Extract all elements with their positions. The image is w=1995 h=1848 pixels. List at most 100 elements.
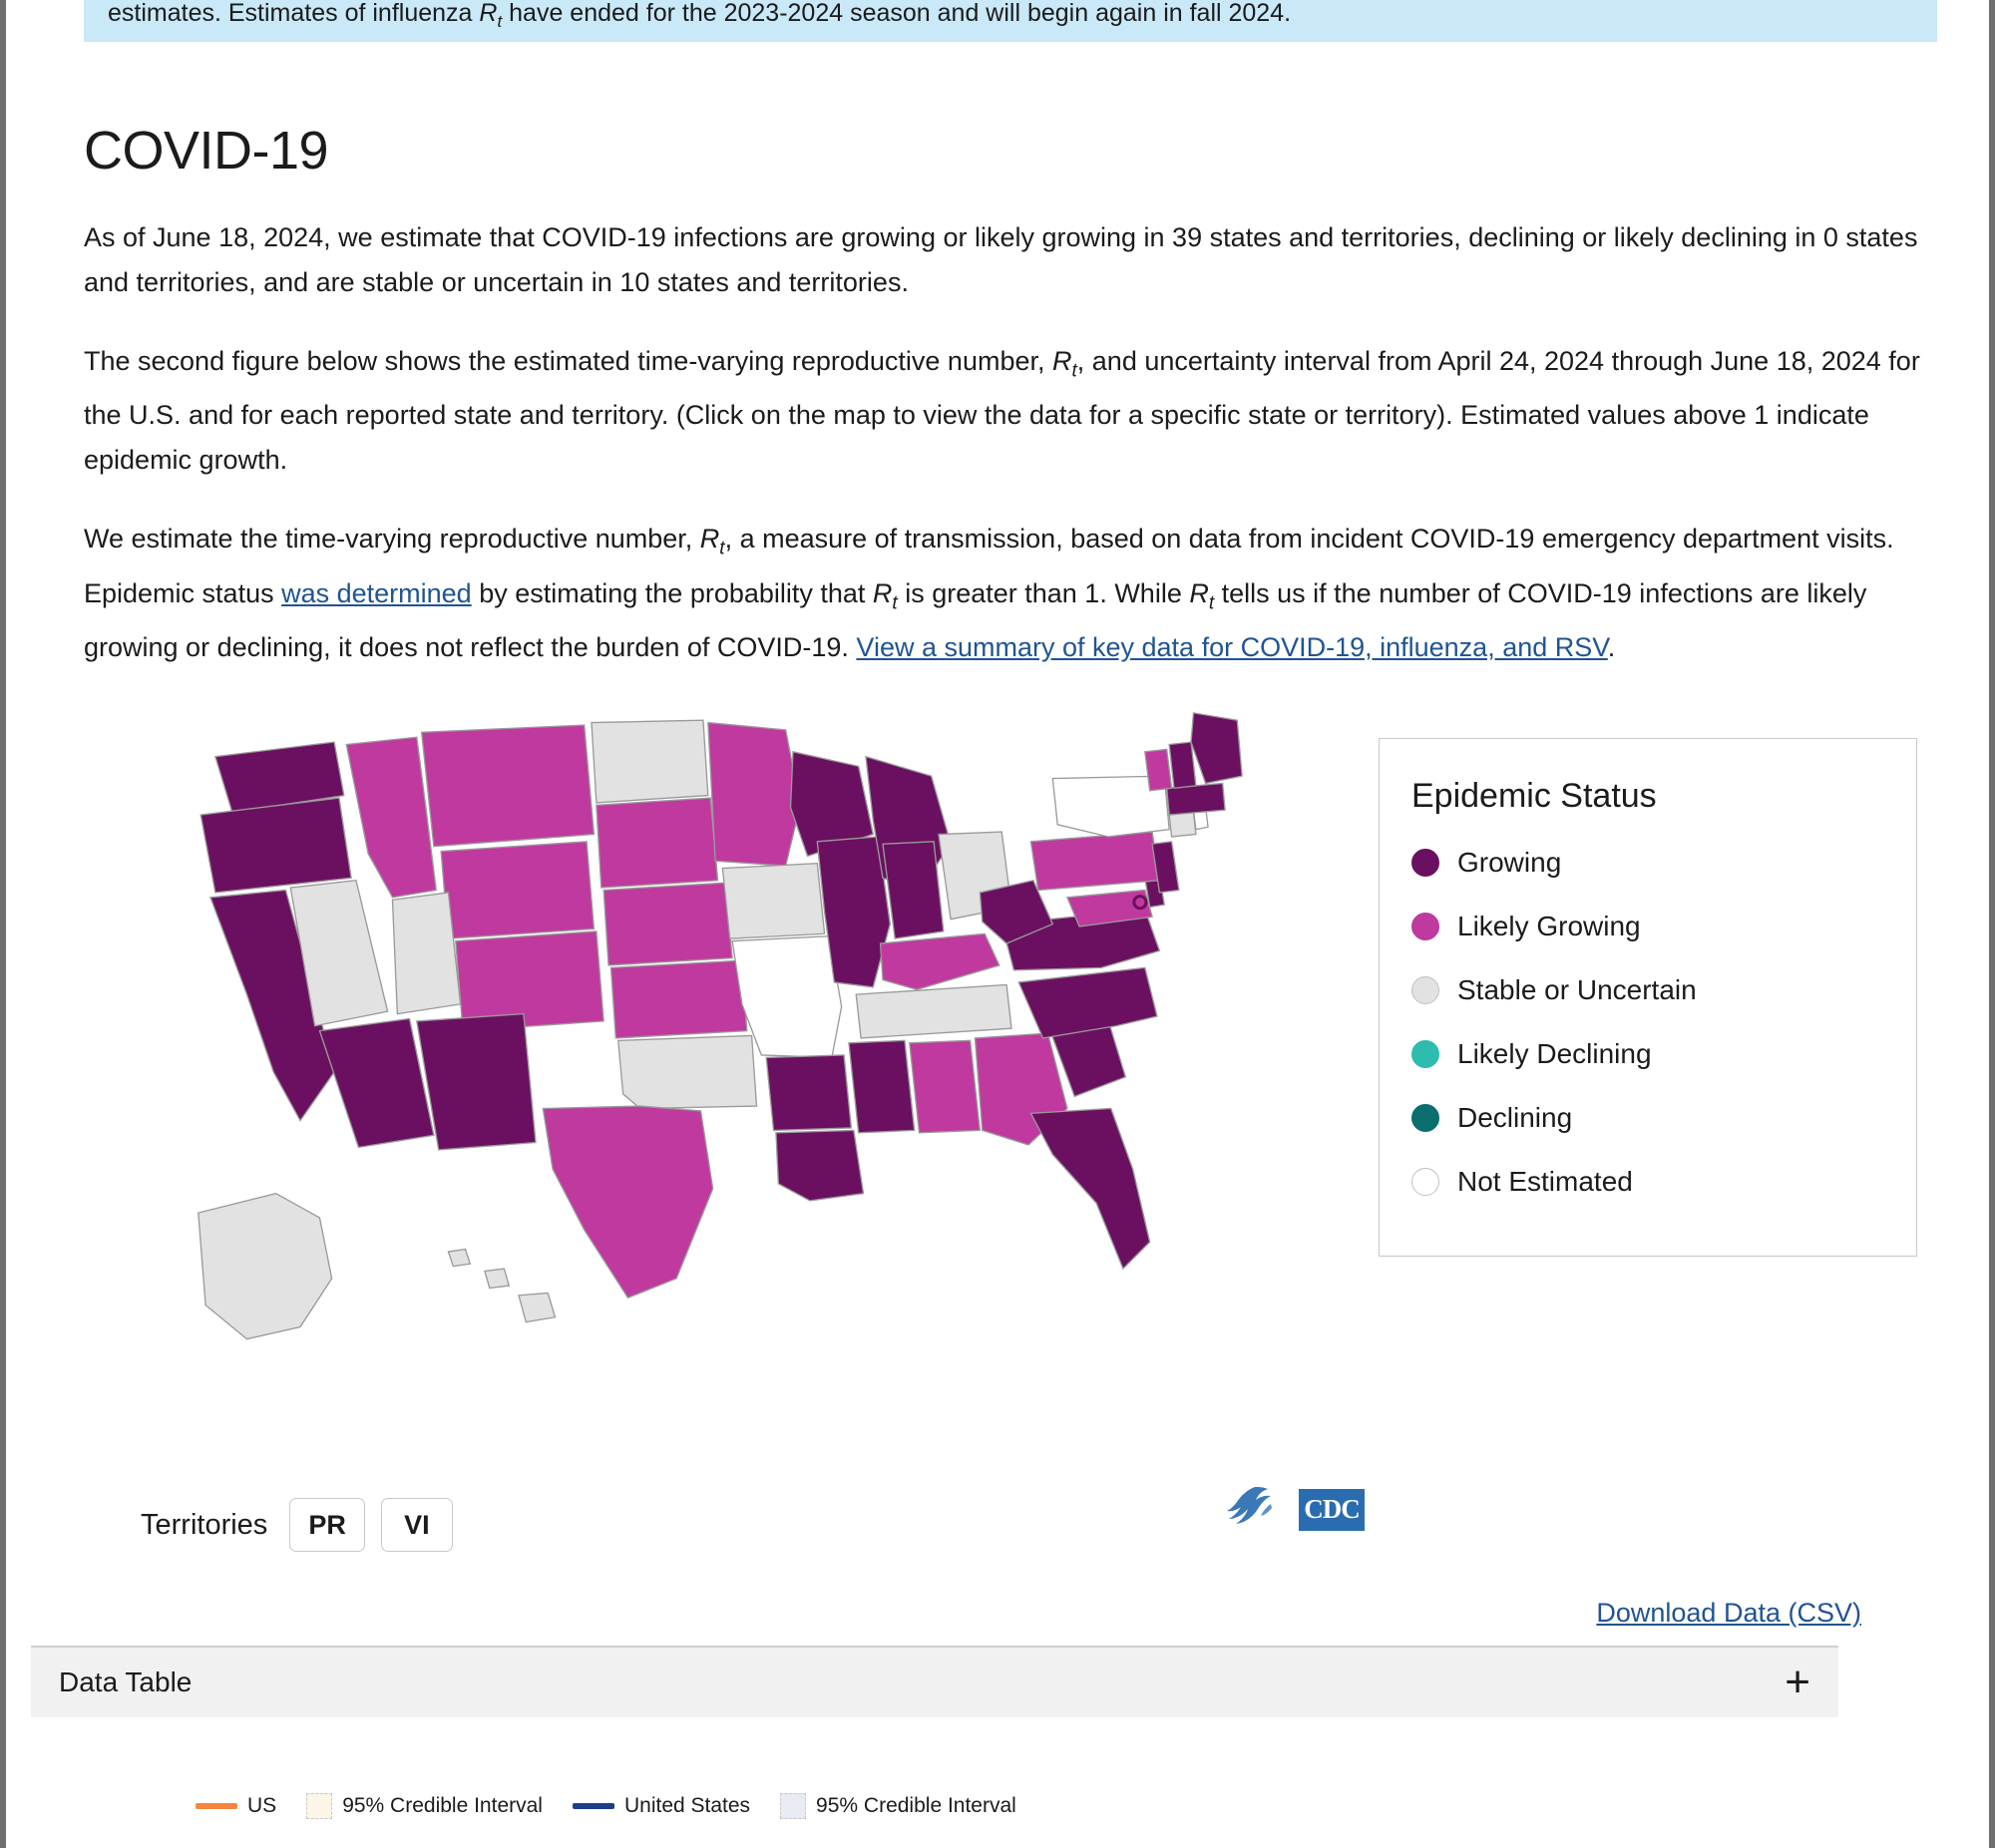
legend-item-declining[interactable]: Declining: [1411, 1093, 1916, 1143]
rt-symbol: Rt: [872, 577, 898, 614]
map-state-ct[interactable]: [1168, 811, 1197, 838]
legend-item-label: Stable or Uncertain: [1457, 974, 1697, 1005]
para3-end: .: [1607, 632, 1616, 663]
legend-item-label: Growing: [1457, 847, 1562, 878]
territory-button-pr[interactable]: PR: [289, 1498, 365, 1552]
map-state-or[interactable]: [200, 797, 352, 894]
para3-part-d: is greater than 1. While: [897, 577, 1190, 608]
alert-text-suffix: have ended for the 2023-2024 season and …: [502, 0, 1292, 27]
para3-part-c: by estimating the probability that: [471, 577, 873, 608]
map-state-nh[interactable]: [1168, 741, 1197, 790]
legend-color-dot: [1411, 976, 1439, 1004]
map-state-vt[interactable]: [1144, 748, 1173, 792]
map-state-fl[interactable]: [1029, 1107, 1151, 1271]
legend-line-swatch: [572, 1803, 614, 1809]
map-state-co[interactable]: [455, 930, 604, 1032]
legend-color-dot: [1411, 913, 1439, 940]
map-state-az[interactable]: [318, 1017, 435, 1149]
map-state-ks[interactable]: [609, 959, 748, 1039]
legend-item-label: Not Estimated: [1457, 1166, 1633, 1197]
map-state-ky[interactable]: [879, 932, 1000, 990]
map-state-nd[interactable]: [591, 719, 709, 804]
rt-symbol: Rt: [1189, 577, 1215, 614]
link-view-summary[interactable]: View a summary of key data for COVID-19,…: [856, 632, 1607, 662]
map-state-me[interactable]: [1190, 712, 1243, 785]
map-state-hi[interactable]: [447, 1248, 557, 1323]
para3-part-a: We estimate the time-varying reproductiv…: [84, 524, 700, 554]
map-state-ne[interactable]: [602, 882, 733, 966]
alert-banner: estimates. Estimates of influenza Rt hav…: [84, 0, 1937, 42]
map-state-in[interactable]: [882, 841, 945, 939]
legend-color-dot: [1411, 1040, 1439, 1068]
chart-legend-label: 95% Credible Interval: [816, 1794, 1016, 1817]
territories-selector: Territories PR VI: [141, 1498, 469, 1552]
epidemic-status-legend: Epidemic Status Growing Likely Growing Sta…: [1379, 738, 1917, 1257]
map-state-sd[interactable]: [596, 797, 719, 889]
paragraph-summary: As of June 18, 2024, we estimate that CO…: [84, 222, 1918, 297]
plus-icon[interactable]: +: [1785, 1661, 1810, 1704]
map-state-al[interactable]: [909, 1039, 982, 1134]
chart-legend-item[interactable]: 95% Credible Interval: [306, 1793, 543, 1819]
para2-part-a: The second figure below shows the estima…: [84, 346, 1052, 376]
map-state-ak[interactable]: [198, 1192, 333, 1340]
map-state-ut[interactable]: [391, 892, 462, 1015]
rt-symbol: Rt: [479, 0, 503, 31]
chart-legend-item[interactable]: 95% Credible Interval: [780, 1793, 1016, 1819]
hhs-eagle-icon: [1225, 1484, 1285, 1535]
content-column: COVID-19 As of June 18, 2024, we estimat…: [84, 120, 1939, 704]
cdc-logo: CDC: [1299, 1488, 1365, 1531]
data-table-accordion[interactable]: Data Table +: [31, 1646, 1838, 1717]
legend-item-stable-or-uncertain[interactable]: Stable or Uncertain: [1411, 965, 1916, 1015]
territory-button-vi[interactable]: VI: [380, 1498, 453, 1552]
legend-item-label: Likely Growing: [1457, 911, 1641, 941]
map-state-ia[interactable]: [721, 863, 826, 939]
paragraph-figure-description: The second figure below shows the estima…: [84, 339, 1939, 483]
legend-items-list: Growing Likely Growing Stable or Uncertain…: [1380, 838, 1916, 1207]
page-frame: estimates. Estimates of influenza Rt hav…: [0, 0, 1995, 1848]
legend-color-dot: [1411, 849, 1439, 877]
legend-item-likely-growing[interactable]: Likely Growing: [1411, 902, 1916, 951]
map-state-ar[interactable]: [765, 1054, 853, 1132]
map-state-tn[interactable]: [855, 983, 1012, 1039]
link-was-determined[interactable]: was determined: [281, 578, 472, 608]
map-state-ms[interactable]: [848, 1039, 916, 1134]
timeseries-chart-legend: US 95% Credible Interval United States 95% …: [196, 1793, 1016, 1819]
map-state-nm[interactable]: [416, 1012, 537, 1151]
territories-label: Territories: [141, 1508, 268, 1541]
map-state-wy[interactable]: [440, 841, 596, 939]
legend-item-growing[interactable]: Growing: [1411, 838, 1916, 888]
chart-legend-label: United States: [623, 1794, 751, 1817]
rt-symbol: Rt: [1052, 346, 1077, 382]
legend-color-dot: [1411, 1168, 1439, 1196]
legend-line-swatch: [196, 1803, 237, 1809]
rt-symbol: Rt: [699, 524, 725, 559]
page-title: COVID-19: [84, 121, 329, 181]
legend-item-not-estimated[interactable]: Not Estimated: [1411, 1157, 1916, 1207]
map-state-pa[interactable]: [1029, 831, 1161, 892]
alert-text-prefix: estimates. Estimates of influenza: [108, 0, 480, 27]
legend-item-likely-declining[interactable]: Likely Declining: [1411, 1029, 1916, 1079]
alert-banner-text: estimates. Estimates of influenza Rt hav…: [108, 0, 1913, 39]
download-data-row: Download Data (CSV): [6, 1598, 1861, 1629]
chart-legend-item[interactable]: US: [196, 1794, 276, 1818]
map-state-ok[interactable]: [617, 1034, 758, 1110]
agency-logos: CDC: [1225, 1484, 1365, 1535]
map-svg[interactable]: [114, 708, 1361, 1436]
map-state-id[interactable]: [345, 736, 438, 899]
download-data-csv-link[interactable]: Download Data (CSV): [1596, 1598, 1861, 1628]
legend-color-dot: [1411, 1104, 1439, 1132]
chart-legend-label: US: [247, 1794, 277, 1817]
chart-legend-item[interactable]: United States: [572, 1794, 751, 1818]
data-table-label: Data Table: [59, 1666, 193, 1697]
legend-item-label: Declining: [1457, 1102, 1573, 1133]
paragraph-methodology: We estimate the time-varying reproductiv…: [84, 517, 1939, 670]
map-state-mt[interactable]: [420, 724, 596, 848]
map-state-mn[interactable]: [707, 721, 801, 867]
us-choropleth-map[interactable]: [114, 708, 1361, 1436]
map-figure: Epidemic Status Growing Likely Growing Sta…: [84, 698, 1939, 1536]
map-state-nc[interactable]: [1017, 966, 1158, 1039]
legend-band-swatch: [306, 1793, 333, 1819]
map-state-la[interactable]: [775, 1129, 865, 1202]
map-state-tx[interactable]: [542, 1105, 714, 1299]
chart-legend-label: 95% Credible Interval: [342, 1794, 543, 1817]
